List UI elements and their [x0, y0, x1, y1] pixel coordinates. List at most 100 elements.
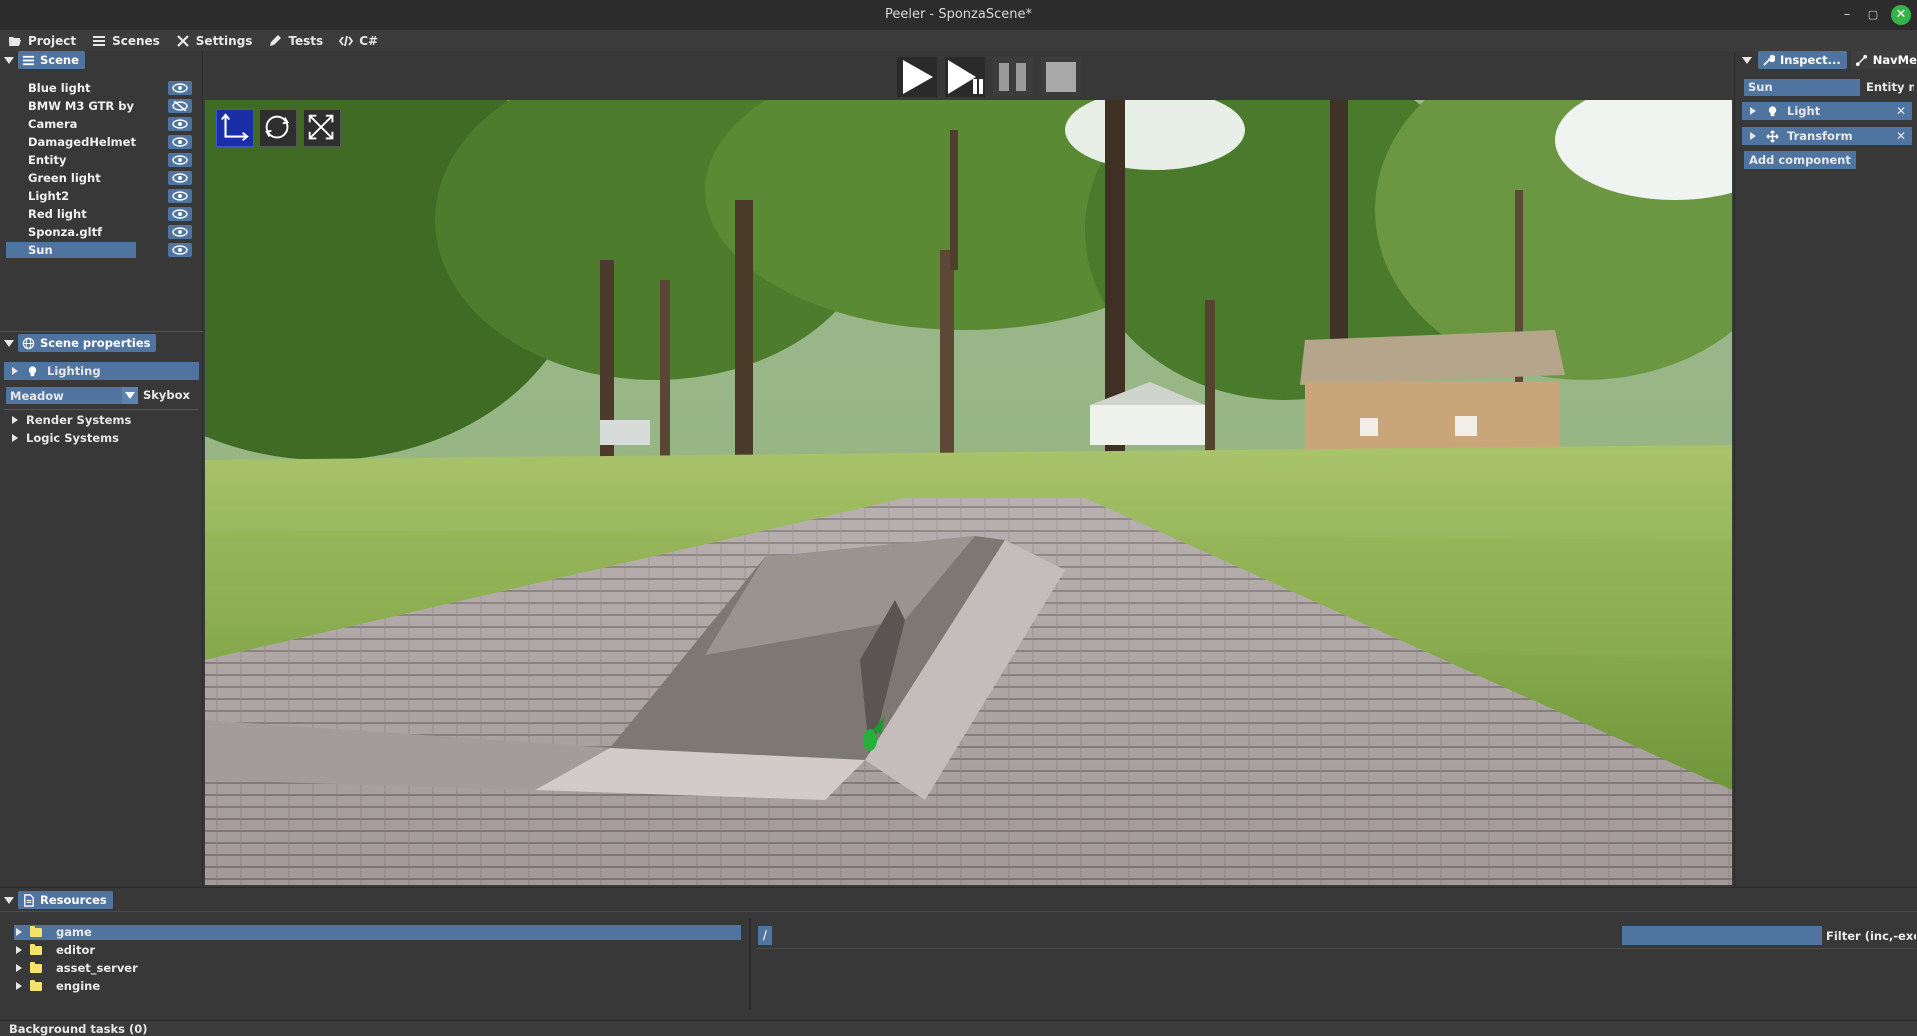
pause-button[interactable] — [993, 57, 1033, 97]
scene-item-label: Sun — [6, 242, 136, 258]
folder-label: asset_server — [56, 961, 138, 975]
menu-tests[interactable]: Tests — [268, 34, 323, 48]
entity-name-input[interactable]: Sun — [1744, 79, 1860, 96]
stop-button[interactable] — [1041, 57, 1081, 97]
scene-item[interactable]: Blue light — [6, 79, 196, 97]
play-button[interactable] — [897, 57, 937, 97]
menu-project[interactable]: Project — [8, 34, 76, 48]
scene-item-label: Blue light — [28, 81, 91, 95]
tab-resources[interactable]: Resources — [18, 891, 113, 909]
scene-item-label: Green light — [28, 171, 101, 185]
eye-icon[interactable] — [168, 81, 192, 95]
scene-item[interactable]: Light2 — [6, 187, 196, 205]
chevron-down-icon[interactable] — [122, 387, 138, 404]
translate-mode-button[interactable] — [216, 109, 254, 147]
component-transform[interactable]: Transform ✕ — [1742, 127, 1912, 145]
expand-icon — [16, 982, 22, 990]
rotate-icon — [265, 115, 289, 139]
component-light[interactable]: Light ✕ — [1742, 102, 1912, 120]
folder-open-icon — [9, 36, 21, 46]
scene-item[interactable]: Sponza.gltf — [6, 223, 196, 241]
folder-icon — [30, 979, 42, 991]
scene-viewport[interactable] — [205, 100, 1732, 885]
tab-scene-properties-label: Scene properties — [40, 336, 151, 350]
tab-resources-label: Resources — [40, 893, 107, 907]
move-axes-icon — [220, 113, 249, 142]
scene-item[interactable]: Entity — [6, 151, 196, 169]
pencil-icon — [270, 34, 282, 46]
list-icon — [22, 55, 35, 65]
scale-mode-button[interactable] — [303, 109, 341, 147]
scene-item[interactable]: BMW M3 GTR by mer — [6, 97, 196, 115]
expand-icon — [16, 928, 22, 936]
eye-icon[interactable] — [168, 171, 192, 185]
collapse-icon[interactable] — [1742, 56, 1752, 64]
menu-settings-label: Settings — [195, 33, 253, 48]
add-component-button[interactable]: Add component — [1744, 151, 1856, 169]
play-pause-icon — [948, 60, 983, 94]
scene-item-selected[interactable]: Sun — [6, 241, 196, 259]
folder-item[interactable]: asset_server — [16, 960, 138, 976]
expand-icon — [16, 964, 22, 972]
play-pause-button[interactable] — [945, 57, 985, 97]
filter-input[interactable] — [1622, 926, 1822, 945]
eye-icon[interactable] — [168, 243, 192, 257]
splitter[interactable] — [749, 918, 751, 1010]
remove-component-icon[interactable]: ✕ — [1896, 104, 1906, 118]
tab-inspector[interactable]: Inspect... — [1758, 51, 1847, 69]
resources-header: Resources — [0, 891, 113, 909]
eye-icon[interactable] — [168, 135, 192, 149]
lighting-section[interactable]: Lighting — [4, 362, 199, 380]
expand-icon — [1750, 132, 1756, 140]
eye-icon[interactable] — [168, 189, 192, 203]
folder-item[interactable]: engine — [16, 978, 100, 994]
minimize-button[interactable]: – — [1837, 5, 1857, 25]
menu-csharp[interactable]: C# — [339, 34, 378, 48]
divider — [4, 409, 199, 410]
lightbulb-icon — [28, 365, 37, 376]
collapse-icon[interactable] — [4, 56, 14, 64]
rotate-mode-button[interactable] — [259, 109, 297, 147]
collapse-icon[interactable] — [4, 896, 14, 904]
eye-slash-icon[interactable] — [168, 99, 192, 113]
eye-icon[interactable] — [168, 117, 192, 131]
scene-item-label: Entity — [28, 153, 67, 167]
eye-icon[interactable] — [168, 153, 192, 167]
folder-item[interactable]: game — [16, 924, 92, 940]
scene-item[interactable]: Green light — [6, 169, 196, 187]
folder-item[interactable]: editor — [16, 942, 95, 958]
render-systems-item[interactable]: Render Systems — [12, 413, 131, 427]
collapse-icon[interactable] — [4, 339, 14, 347]
stop-icon — [1046, 62, 1076, 92]
globe-icon — [22, 337, 35, 349]
tab-navmesh[interactable]: NavMe... — [1850, 51, 1917, 69]
inspector-panel — [1734, 51, 1917, 887]
tab-scene-properties[interactable]: Scene properties — [18, 334, 157, 352]
maximize-button[interactable]: ▢ — [1863, 5, 1883, 25]
scene-item[interactable]: DamagedHelmet.gltf — [6, 133, 196, 151]
skybox-select[interactable]: Meadow — [6, 387, 138, 404]
menu-scenes-label: Scenes — [112, 33, 160, 48]
render-systems-label: Render Systems — [26, 413, 132, 427]
scene-item[interactable]: Camera — [6, 115, 196, 133]
list-icon — [93, 35, 106, 46]
path-breadcrumb[interactable]: / — [758, 926, 772, 945]
tab-scene[interactable]: Scene — [18, 51, 85, 69]
component-light-label: Light — [1787, 104, 1821, 118]
navmesh-icon — [1855, 54, 1867, 66]
folder-icon — [30, 925, 42, 937]
folder-label: editor — [56, 943, 96, 957]
logic-systems-item[interactable]: Logic Systems — [12, 431, 119, 445]
close-button[interactable]: ✕ — [1891, 5, 1911, 25]
wrench-icon — [1763, 54, 1775, 66]
scene-dock-header: Scene — [0, 51, 85, 69]
menu-scenes[interactable]: Scenes — [92, 34, 160, 48]
eye-icon[interactable] — [168, 207, 192, 221]
scene-item[interactable]: Red light — [6, 205, 196, 223]
expand-icon — [12, 434, 18, 442]
remove-component-icon[interactable]: ✕ — [1896, 129, 1906, 143]
folder-label: game — [56, 925, 92, 939]
menu-settings[interactable]: Settings — [176, 33, 253, 48]
eye-icon[interactable] — [168, 225, 192, 239]
lighting-label: Lighting — [47, 364, 101, 378]
